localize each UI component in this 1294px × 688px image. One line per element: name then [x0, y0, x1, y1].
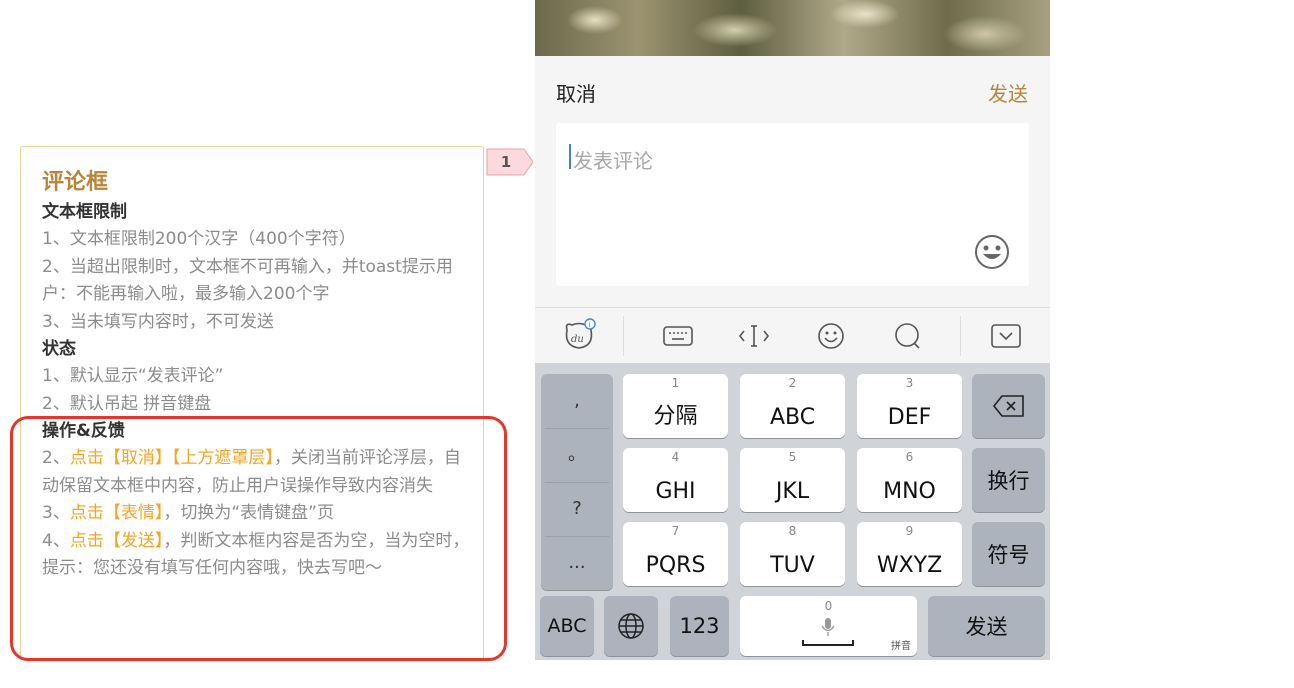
symbol-key[interactable]: 符号 — [972, 522, 1045, 586]
number-key[interactable]: 123 — [670, 596, 729, 656]
punctuation-key[interactable]: , — [541, 374, 613, 428]
key-5[interactable]: 5 JKL — [740, 448, 845, 512]
key-number: 7 — [671, 524, 680, 538]
key-1[interactable]: 1 分隔 — [623, 374, 728, 438]
backspace-key[interactable] — [972, 374, 1045, 438]
section-heading-state: 状态 — [42, 339, 76, 359]
key-label: TUV — [770, 553, 815, 578]
pinyin-keyboard: , 。 ? ... 1 分隔 2 ABC 3 DEF 4 GHI 5 JKL 6… — [535, 363, 1050, 660]
abc-label: ABC — [547, 615, 587, 637]
keyboard-toolbar: du i — [535, 307, 1050, 363]
space-key[interactable]: 0 拼音 — [740, 596, 917, 656]
punctuation-key[interactable]: 。 — [541, 428, 613, 482]
limit-line-1: 1、文本框限制200个汉字（400个字符） — [42, 229, 356, 249]
enter-label: 换行 — [987, 469, 1030, 493]
comment-placeholder: 发表评论 — [573, 149, 653, 173]
key-label: 分隔 — [653, 404, 698, 429]
punctuation-key[interactable]: ... — [541, 536, 613, 590]
limit-line-2: 2、当超出限制时，文本框不可再输入，并toast提示用户：不能再输入啦，最多输入… — [42, 256, 453, 305]
highlight-frame — [10, 416, 507, 661]
globe-key[interactable] — [604, 596, 658, 656]
key-3[interactable]: 3 DEF — [857, 374, 962, 438]
key-number: 9 — [905, 524, 914, 538]
section-heading-limit: 文本框限制 — [42, 202, 127, 222]
number-label: 123 — [679, 614, 720, 638]
search-icon[interactable] — [890, 318, 926, 354]
svg-text:i: i — [589, 321, 591, 329]
punctuation-column: , 。 ? ... — [541, 374, 613, 590]
state-line-1: 1、默认显示“发表评论” — [42, 366, 224, 386]
key-7[interactable]: 7 PQRS — [623, 522, 728, 586]
key-number: 8 — [788, 524, 797, 538]
key-number: 3 — [905, 376, 914, 390]
emoji-icon[interactable] — [974, 234, 1010, 270]
key-label: MNO — [883, 479, 936, 504]
keyboard-icon[interactable] — [660, 318, 696, 354]
state-line-2: 2、默认吊起 拼音键盘 — [42, 393, 212, 414]
punctuation-key[interactable]: ? — [541, 482, 613, 536]
keyboard-send-label: 发送 — [965, 615, 1008, 639]
text-caret — [569, 144, 571, 169]
enter-key[interactable]: 换行 — [972, 448, 1045, 512]
key-number: 1 — [671, 376, 680, 390]
key-number: 4 — [671, 450, 680, 464]
key-label: ABC — [769, 405, 816, 430]
backspace-icon — [992, 395, 1024, 417]
microphone-icon — [821, 618, 835, 636]
key-number: 6 — [905, 450, 914, 464]
symbol-label: 符号 — [987, 543, 1030, 567]
annotation-marker: 1 — [486, 148, 534, 176]
space-bar-icon — [802, 640, 854, 646]
send-button[interactable]: 发送 — [988, 78, 1028, 107]
key-2[interactable]: 2 ABC — [740, 374, 845, 438]
comment-input[interactable]: 发表评论 — [556, 123, 1029, 286]
key-6[interactable]: 6 MNO — [857, 448, 962, 512]
phone-screen: 取消 发送 发表评论 du i , 。 ? ... 1 分隔 2 ABC 3 D… — [535, 0, 1050, 660]
key-label: WXYZ — [876, 553, 943, 578]
key-label: DEF — [887, 405, 932, 430]
cancel-button[interactable]: 取消 — [556, 78, 596, 107]
key-label: PQRS — [645, 553, 706, 578]
globe-icon — [618, 613, 644, 639]
annotation-title: 评论框 — [42, 170, 109, 195]
key-label: GHI — [655, 479, 696, 504]
key-9[interactable]: 9 WXYZ — [857, 522, 962, 586]
limit-line-3: 3、当未填写内容时，不可发送 — [42, 311, 274, 332]
background-photo[interactable] — [535, 0, 1050, 56]
du-logo-icon[interactable]: du i — [561, 318, 597, 354]
space-number: 0 — [824, 599, 833, 613]
comment-header: 取消 发送 — [535, 56, 1050, 128]
key-8[interactable]: 8 TUV — [740, 522, 845, 586]
key-label: JKL — [775, 479, 810, 504]
marker-number: 1 — [500, 153, 512, 171]
keyboard-send-key[interactable]: 发送 — [928, 596, 1045, 656]
key-number: 5 — [788, 450, 797, 464]
abc-key[interactable]: ABC — [540, 596, 594, 656]
emoji-toolbar-icon[interactable] — [813, 318, 849, 354]
svg-text:du: du — [571, 334, 584, 345]
collapse-keyboard-icon[interactable] — [988, 318, 1024, 354]
key-4[interactable]: 4 GHI — [623, 448, 728, 512]
key-number: 2 — [788, 376, 797, 390]
cursor-icon[interactable] — [736, 318, 772, 354]
space-sub-label: 拼音 — [891, 641, 911, 652]
